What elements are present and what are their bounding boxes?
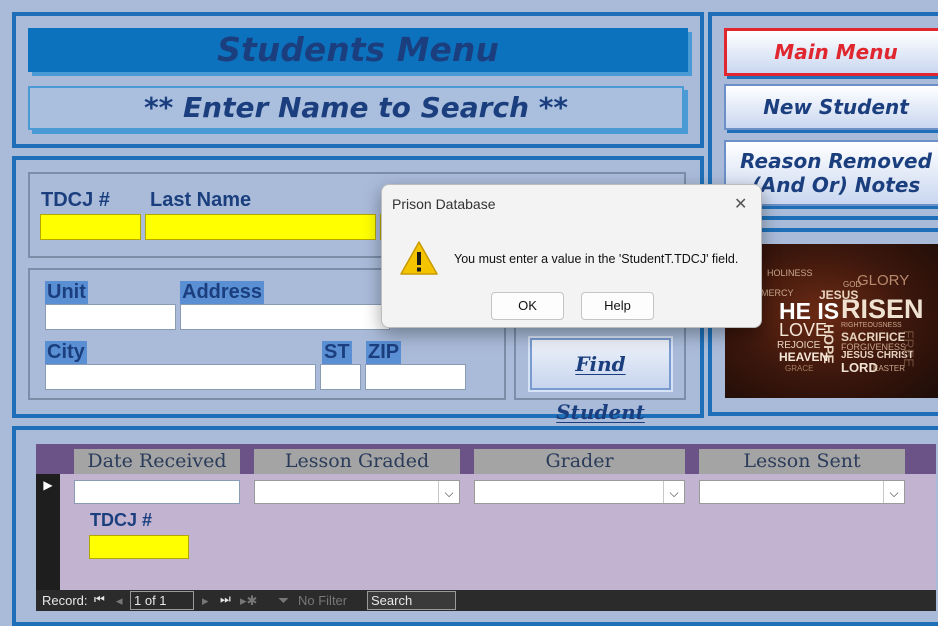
- chevron-down-icon[interactable]: ⌵: [883, 481, 904, 503]
- filter-icon: ⏷: [278, 592, 290, 608]
- find-student-label: Find Student: [556, 352, 645, 424]
- zip-label: ZIP: [366, 341, 402, 364]
- tdcj-label: TDCJ #: [41, 189, 110, 211]
- reason-removed-label: Reason Removed: [740, 149, 932, 173]
- word-risen: RISEN: [841, 294, 924, 324]
- new-record-icon[interactable]: ▸✱: [240, 593, 257, 609]
- search-placeholder: Search: [371, 593, 413, 608]
- unit-field[interactable]: [45, 304, 176, 330]
- dialog-title: Prison Database: [392, 196, 496, 212]
- main-menu-label: Main Menu: [774, 40, 898, 64]
- record-position: 1 of 1: [134, 593, 167, 608]
- col-lesson-graded: Lesson Graded: [254, 449, 460, 474]
- word-love: LOVE: [779, 320, 828, 340]
- word-mercy: MERCY: [761, 288, 794, 298]
- record-label: Record:: [42, 593, 88, 608]
- next-record-icon[interactable]: ▸: [202, 593, 209, 609]
- grader-combo[interactable]: ⌵: [474, 480, 685, 504]
- current-record-indicator[interactable]: ▶: [36, 474, 60, 496]
- row-tdcj-label: TDCJ #: [90, 510, 153, 530]
- word-glory: GLORY: [857, 272, 910, 289]
- col-date-received: Date Received: [74, 449, 240, 474]
- st-label: ST: [322, 341, 352, 364]
- dialog-message: You must enter a value in the 'StudentT.…: [454, 252, 739, 266]
- last-name-field[interactable]: [145, 214, 376, 240]
- address-label: Address: [180, 281, 265, 304]
- col-grader: Grader: [474, 449, 685, 474]
- no-filter-label[interactable]: No Filter: [298, 593, 347, 608]
- word-holiness: HOLINESS: [767, 268, 813, 278]
- row-tdcj-field[interactable]: [89, 535, 189, 559]
- lesson-sent-combo[interactable]: ⌵: [699, 480, 905, 504]
- address-field[interactable]: [180, 304, 390, 330]
- last-record-icon[interactable]: ⏭: [220, 592, 231, 607]
- last-name-label: Last Name: [150, 189, 252, 211]
- close-icon[interactable]: ✕: [734, 194, 747, 214]
- search-box[interactable]: Search: [367, 591, 456, 610]
- lesson-graded-combo[interactable]: ⌵: [254, 480, 460, 504]
- warning-icon: [399, 240, 439, 276]
- ok-button[interactable]: OK: [491, 292, 564, 320]
- prev-record-icon[interactable]: ◂: [116, 593, 123, 609]
- tdcj-field[interactable]: [40, 214, 141, 240]
- new-student-button[interactable]: New Student: [724, 84, 938, 130]
- st-field[interactable]: [320, 364, 361, 390]
- help-button[interactable]: Help: [581, 292, 654, 320]
- chevron-down-icon[interactable]: ⌵: [663, 481, 684, 503]
- first-record-icon[interactable]: ⏮: [94, 592, 105, 607]
- find-student-button[interactable]: Find Student: [530, 338, 671, 424]
- city-field[interactable]: [45, 364, 316, 390]
- alert-dialog: Prison Database ✕ You must enter a value…: [381, 184, 762, 328]
- zip-field[interactable]: [365, 364, 466, 390]
- new-student-label: New Student: [763, 95, 909, 119]
- col-lesson-sent: Lesson Sent: [699, 449, 905, 474]
- page-title: Students Menu: [28, 28, 688, 72]
- word-heaven: HEAVEN: [779, 350, 829, 364]
- page-subtitle: ** Enter Name to Search **: [28, 86, 684, 130]
- help-label: Help: [604, 298, 631, 313]
- city-label: City: [45, 341, 87, 364]
- unit-label: Unit: [45, 281, 88, 304]
- record-position-field[interactable]: 1 of 1: [130, 591, 194, 610]
- main-menu-button[interactable]: Main Menu: [724, 28, 938, 76]
- word-grace: GRACE: [785, 364, 814, 373]
- word-righteousness: RIGHTEOUSNESS: [841, 322, 902, 329]
- date-received-field[interactable]: [74, 480, 240, 504]
- chevron-down-icon[interactable]: ⌵: [438, 481, 459, 503]
- ok-label: OK: [518, 298, 537, 313]
- word-free: FREE: [901, 330, 917, 368]
